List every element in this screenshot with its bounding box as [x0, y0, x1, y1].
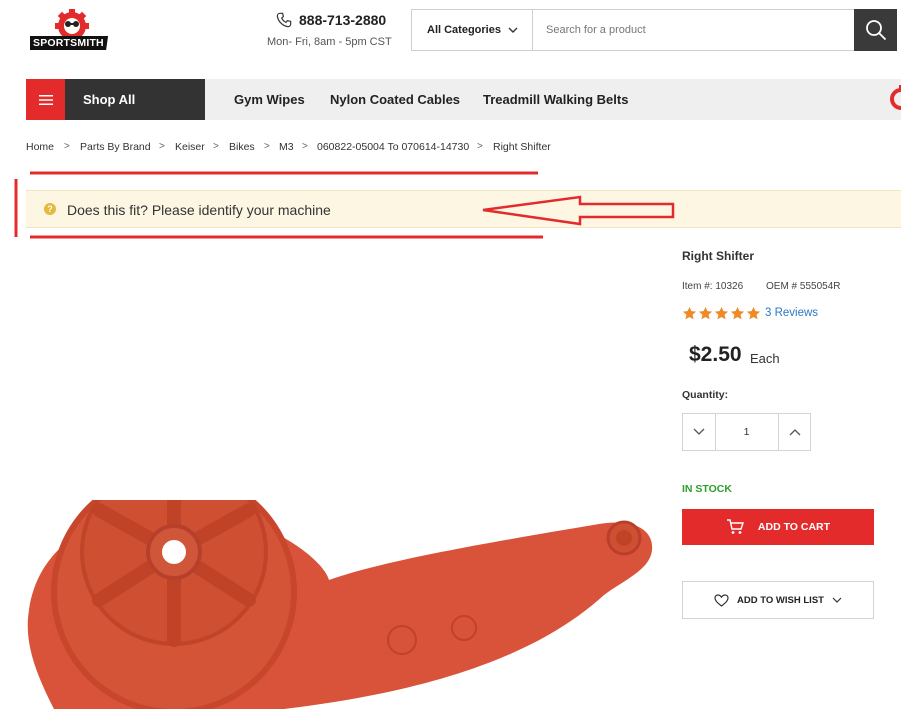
- breadcrumb-bikes[interactable]: Bikes: [229, 141, 255, 153]
- hamburger-icon: [38, 94, 53, 105]
- breadcrumb-separator: >: [302, 141, 308, 152]
- search-icon: [865, 20, 886, 41]
- breadcrumb-separator: >: [64, 141, 70, 152]
- business-hours: Mon- Fri, 8am - 5pm CST: [267, 36, 392, 48]
- gear-logo-icon: [889, 85, 901, 113]
- quantity-decrease-button[interactable]: [683, 414, 716, 450]
- breadcrumb-home[interactable]: Home: [26, 141, 54, 153]
- search-button[interactable]: [854, 9, 897, 51]
- breadcrumb-m3[interactable]: M3: [279, 141, 294, 153]
- price-unit: Each: [750, 351, 780, 366]
- item-number-label: Item #:: [682, 281, 713, 292]
- oem-number-value: 555054R: [799, 281, 841, 292]
- add-to-wishlist-button[interactable]: ADD TO WISH LIST: [682, 581, 874, 619]
- plus-chevron-icon: [789, 429, 801, 436]
- star-icon: [714, 306, 729, 320]
- add-to-cart-label: ADD TO CART: [757, 521, 831, 533]
- search-input[interactable]: [534, 10, 854, 50]
- product-image[interactable]: [24, 500, 664, 709]
- star-icon: [730, 306, 745, 320]
- reviews-link[interactable]: 3 Reviews: [765, 307, 818, 319]
- breadcrumb-separator: >: [477, 141, 483, 152]
- nav-link-treadmill-walking-belts[interactable]: Treadmill Walking Belts: [483, 79, 628, 120]
- chevron-down-icon: [832, 597, 842, 603]
- item-number: Item #: 10326: [682, 281, 743, 292]
- minus-chevron-icon: [693, 428, 705, 435]
- logo-text: SPORTSMITH: [33, 37, 104, 49]
- breadcrumb-keiser[interactable]: Keiser: [175, 141, 205, 153]
- breadcrumb-separator: >: [264, 141, 270, 152]
- phone-number[interactable]: 888-713-2880: [299, 12, 386, 28]
- sportsmith-logo[interactable]: SPORTSMITH: [26, 8, 114, 56]
- menu-button[interactable]: [26, 79, 65, 120]
- chevron-down-icon: [508, 27, 518, 33]
- quantity-stepper: 1: [682, 413, 811, 451]
- phone-icon: [276, 12, 292, 28]
- category-select-label: All Categories: [427, 24, 501, 36]
- breadcrumb-parts-by-brand[interactable]: Parts By Brand: [80, 141, 151, 153]
- quantity-increase-button[interactable]: [778, 414, 811, 450]
- nav-link-gym-wipes[interactable]: Gym Wipes: [234, 79, 305, 120]
- add-to-cart-button[interactable]: ADD TO CART: [682, 509, 874, 545]
- rating-stars: [682, 306, 761, 322]
- fitment-alert-text[interactable]: Does this fit? Please identify your mach…: [67, 202, 331, 218]
- quantity-input[interactable]: 1: [715, 414, 778, 450]
- add-to-wishlist-label: ADD TO WISH LIST: [737, 594, 824, 606]
- main-nav: Shop All Gym Wipes Nylon Coated Cables T…: [26, 79, 901, 120]
- cart-icon: [726, 519, 744, 534]
- breadcrumb-serial-range[interactable]: 060822-05004 To 070614-14730: [317, 141, 469, 153]
- quantity-label: Quantity:: [682, 389, 729, 401]
- shop-all-button[interactable]: Shop All: [65, 79, 205, 120]
- breadcrumb-current: Right Shifter: [493, 141, 551, 153]
- oem-number-label: OEM #: [766, 281, 798, 292]
- fitment-alert[interactable]: ? Does this fit? Please identify your ma…: [26, 190, 901, 228]
- nav-link-nylon-coated-cables[interactable]: Nylon Coated Cables: [330, 79, 460, 120]
- category-select[interactable]: All Categories: [412, 10, 533, 50]
- question-icon: ?: [44, 203, 56, 215]
- item-number-value: 10326: [715, 281, 744, 292]
- product-title: Right Shifter: [682, 249, 754, 263]
- breadcrumb-separator: >: [159, 141, 165, 152]
- star-icon: [698, 306, 713, 320]
- oem-number: OEM # 555054R: [766, 281, 841, 292]
- breadcrumb-separator: >: [213, 141, 219, 152]
- search-bar: All Categories: [411, 9, 897, 51]
- star-icon: [682, 306, 697, 320]
- stock-status: IN STOCK: [682, 483, 732, 495]
- heart-icon: [714, 593, 729, 607]
- product-price: $2.50: [689, 343, 742, 366]
- star-icon: [746, 306, 761, 320]
